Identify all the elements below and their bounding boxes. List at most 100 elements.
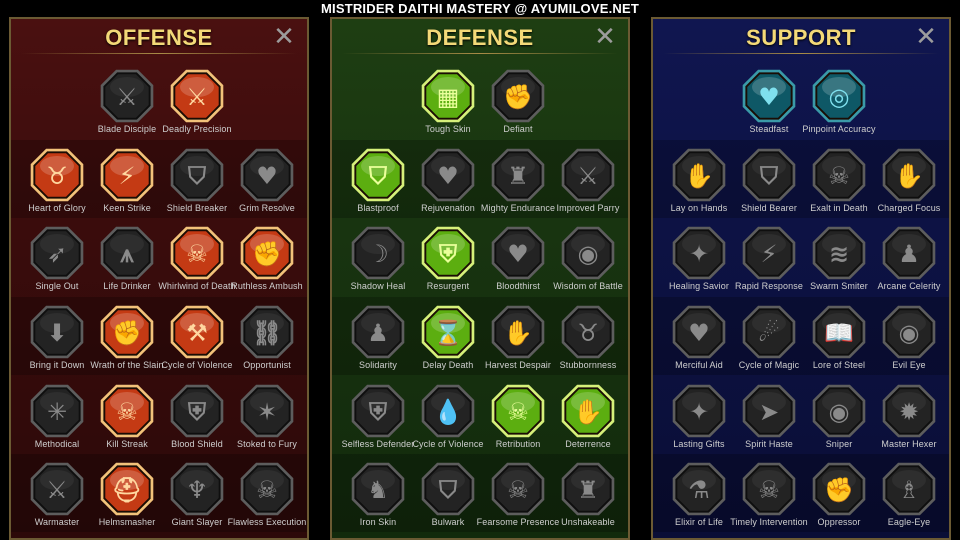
mastery-node[interactable]: ☽ Shadow Heal [343,224,413,306]
mastery-node-label: Pinpoint Accuracy [802,124,876,134]
mastery-node[interactable]: ✦ Lasting Gifts [664,382,734,464]
close-icon[interactable]: ✕ [273,23,295,49]
mastery-node[interactable]: ♟ Solidarity [343,303,413,385]
mastery-node[interactable]: ☠ Retribution [483,382,553,464]
svg-text:◉: ◉ [578,240,599,268]
mastery-node[interactable]: ✋ Harvest Despair [483,303,553,385]
mastery-node[interactable]: ⛉ Bulwark [413,460,483,538]
close-icon[interactable]: ✕ [594,23,616,49]
svg-text:☠: ☠ [507,476,529,504]
mastery-node[interactable]: ✊ Defiant [483,67,553,149]
mastery-node[interactable]: ⛉ Shield Bearer [734,146,804,228]
praying-hands-icon: ✋ [672,148,726,202]
mastery-node[interactable]: ⚔ Deadly Precision [162,67,232,149]
mastery-node[interactable]: ⚗ Elixir of Life [664,460,734,538]
running-man-icon: ♟ [882,226,936,280]
mastery-node[interactable]: ✋ Deterrence [553,382,623,464]
mastery-node[interactable]: ✦ Healing Savior [664,224,734,306]
mastery-node[interactable]: ♜ Unshakeable [553,460,623,538]
mastery-node[interactable]: ♥ Bloodthirst [483,224,553,306]
mastery-node[interactable]: ✹ Master Hexer [874,382,944,464]
mastery-node[interactable]: ⌛ Delay Death [413,303,483,385]
mastery-node[interactable]: ♆ Giant Slayer [162,460,232,538]
mastery-node[interactable]: ⩚ Life Drinker [92,224,162,306]
executioner-skull-icon: ☠ [240,462,294,516]
mastery-node[interactable]: ✊ Oppressor [804,460,874,538]
svg-text:⛨: ⛨ [368,398,388,426]
svg-text:▦: ▦ [437,83,460,111]
mastery-node[interactable]: ☠ Flawless Execution [228,460,306,538]
mastery-node[interactable]: ☠ Kill Streak [92,382,162,464]
svg-text:✶: ✶ [257,398,277,426]
fireball-icon: ☄ [742,305,796,359]
panel-title: SUPPORT [746,25,856,50]
mastery-node[interactable]: ⛨ Resurgent [413,224,483,306]
svg-text:✋: ✋ [503,319,533,347]
mastery-node[interactable]: ☠ Timely Intervention [730,460,808,538]
panel-defense: DEFENSE ✕ ▦ Tough Skin ✊ Defiant ⛉ Blastproof… [330,17,630,540]
mastery-node[interactable]: ⚔ Blade Disciple [92,67,162,149]
mastery-node[interactable]: ✊ Wrath of the Slain [90,303,163,385]
mastery-node[interactable]: ⚔ Improved Parry [553,146,623,228]
target-icon: ◎ [812,69,866,123]
svg-text:♞: ♞ [367,476,389,504]
mastery-node[interactable]: ⬇ Bring it Down [22,303,92,385]
mastery-node[interactable]: ☠ Fearsome Presence [477,460,559,538]
mastery-node[interactable]: ☠ Exalt in Death [804,146,874,228]
mastery-node[interactable]: ⛑ Helmsmasher [92,460,162,538]
svg-text:➶: ➶ [47,240,67,268]
close-icon[interactable]: ✕ [915,23,937,49]
panel-title: DEFENSE [426,25,534,50]
mastery-node[interactable]: ◎ Pinpoint Accuracy [802,67,876,149]
mastery-node[interactable]: ♉ Heart of Glory [22,146,92,228]
mastery-node[interactable]: ♉ Stubbornness [553,303,623,385]
face-spiral-icon: ◉ [561,226,615,280]
svg-text:✊: ✊ [112,319,142,347]
mastery-node[interactable]: ⚡ Keen Strike [92,146,162,228]
svg-text:♜: ♜ [507,162,529,190]
mastery-node[interactable]: ♥ Merciful Aid [664,303,734,385]
mastery-node[interactable]: ⛨ Blood Shield [162,382,232,464]
mastery-node[interactable]: ◉ Wisdom of Battle [553,224,623,306]
parry-blades-icon: ⚔ [561,148,615,202]
mastery-node[interactable]: ♗ Eagle-Eye [874,460,944,538]
mastery-node[interactable]: ⛉ Shield Breaker [162,146,232,228]
mastery-node[interactable]: ⛨ Selfless Defender [342,382,414,464]
mastery-node[interactable]: ♥ Steadfast [734,67,804,149]
mastery-node[interactable]: 📖 Lore of Steel [804,303,874,385]
mastery-node[interactable]: ♞ Iron Skin [343,460,413,538]
mastery-node[interactable]: 💧 Cycle of Violence [412,382,483,464]
fangs-icon: ⩚ [100,226,154,280]
mastery-node[interactable]: ⛓ Opportunist [232,303,302,385]
mastery-node[interactable]: ▦ Tough Skin [413,67,483,149]
mastery-node[interactable]: ⚒ Cycle of Violence [161,303,232,385]
mastery-node[interactable]: ⚡ Rapid Response [734,224,804,306]
mastery-node[interactable]: ✋ Lay on Hands [664,146,734,228]
mastery-node[interactable]: ♟ Arcane Celerity [874,224,944,306]
mastery-node[interactable]: ≋ Swarm Smiter [804,224,874,306]
mastery-node[interactable]: ◉ Sniper [804,382,874,464]
svg-text:◉: ◉ [899,319,920,347]
mastery-node[interactable]: ☠ Whirlwind of Death [158,224,236,306]
mastery-node[interactable]: ➤ Spirit Haste [734,382,804,464]
mastery-node[interactable]: ⚔ Warmaster [22,460,92,538]
svg-text:✊: ✊ [503,83,533,111]
title-divider [342,53,618,54]
mastery-node[interactable]: ✋ Charged Focus [874,146,944,228]
crowd-icon: ♟ [351,305,405,359]
mastery-node[interactable]: ⛉ Blastproof [343,146,413,228]
mastery-node[interactable]: ◉ Evil Eye [874,303,944,385]
skull-slash-icon: ☠ [170,226,224,280]
shield-arcs-icon: ⛉ [742,148,796,202]
mastery-node[interactable]: ➶ Single Out [22,224,92,306]
mastery-node[interactable]: ♥ Grim Resolve [232,146,302,228]
demon-icon: ♆ [170,462,224,516]
mastery-node[interactable]: ☄ Cycle of Magic [734,303,804,385]
mastery-node[interactable]: ✶ Stoked to Fury [232,382,302,464]
mastery-node[interactable]: ✊ Ruthless Ambush [231,224,303,306]
mastery-node[interactable]: ♥ Rejuvenation [413,146,483,228]
horned-warrior-icon: ♉ [30,148,84,202]
mastery-node[interactable]: ♜ Mighty Endurance [481,146,555,228]
fist-down-icon: ⬇ [30,305,84,359]
mastery-node[interactable]: ✳ Methodical [22,382,92,464]
